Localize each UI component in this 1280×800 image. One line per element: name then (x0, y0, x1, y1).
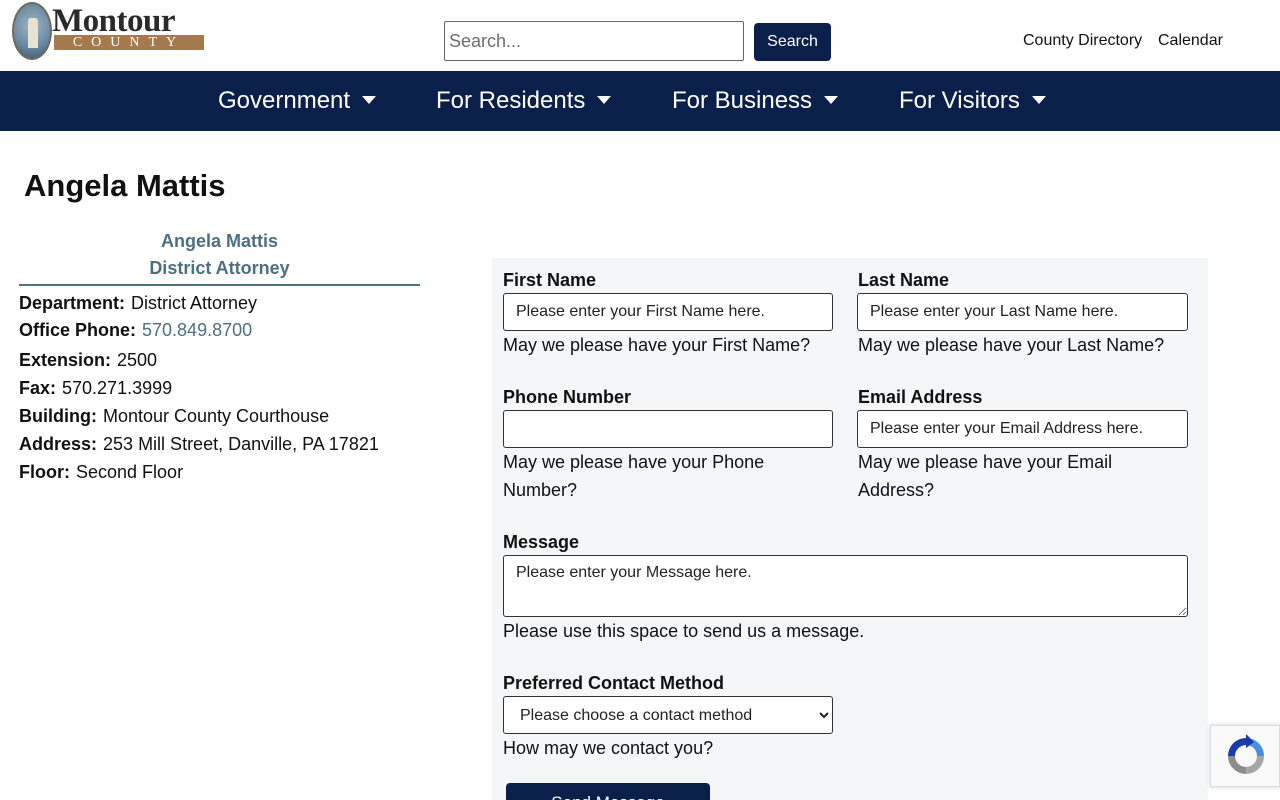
calendar-link[interactable]: Calendar (1158, 32, 1223, 50)
nav-label: For Visitors (899, 87, 1020, 114)
row-value: 2500 (117, 350, 158, 370)
first-name-help: May we please have your First Name? (503, 335, 811, 355)
phone-help-line: May we please have your Phone (503, 452, 765, 472)
email-help-line: May we please have your Email (858, 452, 1113, 472)
nav-for-business[interactable]: For Business (672, 71, 839, 131)
message-help: Please use this space to send us a messa… (503, 621, 865, 641)
recaptcha-badge[interactable] (1210, 725, 1280, 787)
row-value: District Attorney (131, 293, 258, 313)
message-label: Message (503, 532, 580, 552)
contact-row-department: Department: District Attorney (19, 290, 420, 317)
nav-label: For Business (672, 87, 813, 114)
phone-input[interactable] (503, 410, 833, 448)
office-phone-link[interactable]: 570.849.8700 (142, 320, 252, 340)
last-name-help: May we please have your Last Name? (858, 335, 1165, 355)
contact-row-extension: Extension: 2500 (19, 347, 420, 374)
search-button[interactable]: Search (754, 23, 831, 61)
row-label: Building: (19, 406, 97, 426)
search-input[interactable] (444, 21, 744, 61)
contact-method-select[interactable]: Please choose a contact method (503, 696, 833, 734)
nav-label: Government (218, 87, 351, 114)
caret-down-icon (1031, 96, 1046, 104)
card-divider (19, 284, 420, 286)
montour-county-logo[interactable]: Montour COUNTY (12, 2, 206, 60)
row-label: Department: (19, 293, 126, 313)
email-help-line: Address? (858, 480, 935, 500)
contact-row-fax: Fax: 570.271.3999 (19, 375, 420, 402)
row-label: Extension: (19, 350, 112, 370)
first-name-label: First Name (503, 270, 597, 290)
contact-row-floor: Floor: Second Floor (19, 459, 420, 486)
email-input[interactable] (857, 410, 1188, 448)
row-value: Second Floor (76, 462, 184, 482)
email-label: Email Address (858, 387, 983, 407)
logo-county-band: COUNTY (54, 35, 204, 50)
contact-method-help: How may we contact you? (503, 738, 714, 758)
contact-row-building: Building: Montour County Courthouse (19, 403, 420, 430)
caret-down-icon (362, 96, 377, 104)
last-name-input[interactable] (857, 293, 1188, 331)
phone-label: Phone Number (503, 387, 632, 407)
page-title: Angela Mattis (24, 168, 226, 203)
contact-card: Angela Mattis District Attorney Departme… (19, 228, 420, 486)
nav-label: For Residents (436, 87, 586, 114)
send-message-button[interactable]: Send Message (506, 783, 710, 800)
contact-title: District Attorney (149, 258, 290, 278)
message-textarea[interactable] (503, 555, 1188, 617)
contact-row-office-phone: Office Phone: 570.849.8700 (19, 317, 420, 344)
row-label: Office Phone: (19, 320, 137, 340)
first-name-input[interactable] (503, 293, 833, 331)
caret-down-icon (597, 96, 612, 104)
site-header: Montour COUNTY Search County Directory C… (0, 0, 1280, 71)
email-help: May we please have your Email Address? (858, 448, 1112, 504)
county-seal-icon (12, 2, 52, 60)
last-name-label: Last Name (858, 270, 950, 290)
row-label: Address: (19, 434, 98, 454)
nav-government[interactable]: Government (218, 71, 377, 131)
phone-help-line: Number? (503, 480, 578, 500)
row-value: 253 Mill Street, Danville, PA 17821 (103, 434, 379, 454)
logo-wordmark: Montour (52, 3, 176, 39)
nav-for-visitors[interactable]: For Visitors (899, 71, 1046, 131)
row-value: 570.271.3999 (62, 378, 173, 398)
nav-for-residents[interactable]: For Residents (436, 71, 612, 131)
county-directory-link[interactable]: County Directory (1023, 32, 1142, 50)
contact-row-address: Address: 253 Mill Street, Danville, PA 17… (19, 431, 420, 458)
phone-help: May we please have your Phone Number? (503, 448, 764, 504)
contact-name: Angela Mattis (160, 231, 279, 251)
row-value: Montour County Courthouse (102, 406, 330, 426)
caret-down-icon (824, 96, 839, 104)
row-label: Floor: (19, 462, 70, 482)
main-navigation: Government For Residents For Business Fo… (0, 71, 1280, 131)
recaptcha-icon (1228, 734, 1264, 774)
row-label: Fax: (19, 378, 57, 398)
contact-method-label: Preferred Contact Method (503, 673, 725, 693)
